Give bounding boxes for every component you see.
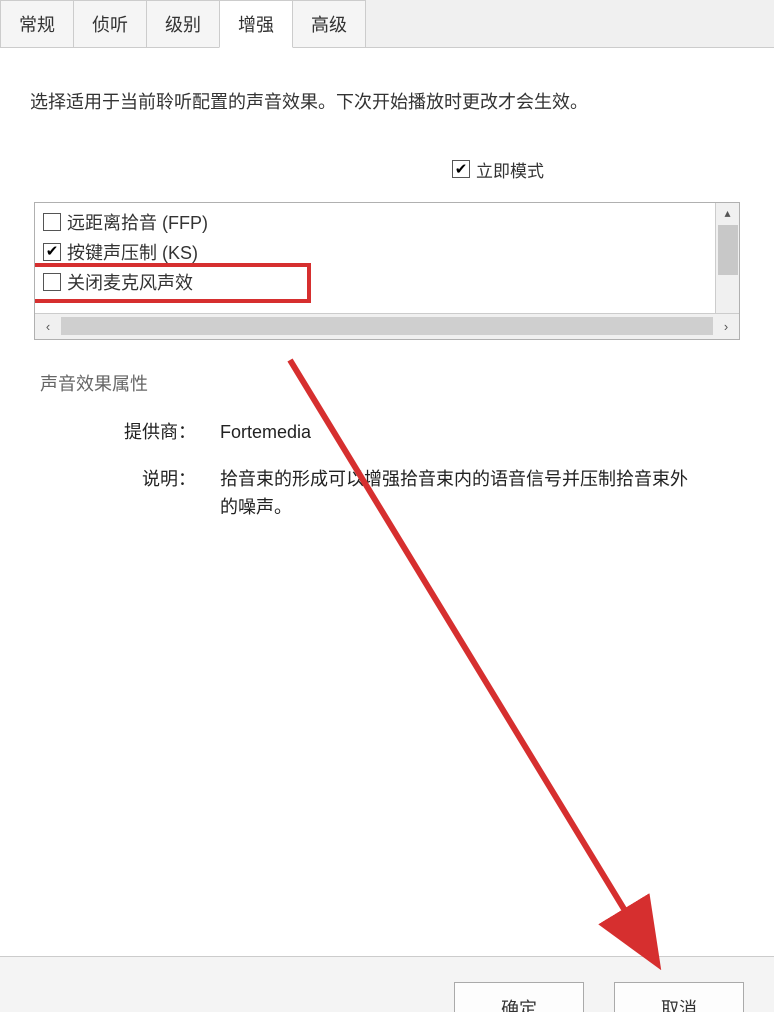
effect-label: 按键声压制 (KS) [67, 239, 198, 265]
ok-button[interactable]: 确定 [454, 982, 584, 1012]
tab-general[interactable]: 常规 [0, 0, 74, 47]
tab-listen[interactable]: 侦听 [73, 0, 147, 47]
description-text: 选择适用于当前聆听配置的声音效果。下次开始播放时更改才会生效。 [30, 88, 744, 117]
effects-listbox: 远距离拾音 (FFP) 按键声压制 (KS) 关闭麦克风声效 ▴ ‹ › [34, 202, 740, 340]
list-item[interactable]: 关闭麦克风声效 [43, 267, 739, 297]
description-value: 拾音束的形成可以增强拾音束内的语音信号并压制拾音束外的噪声。 [220, 465, 734, 523]
effect-checkbox-2[interactable] [43, 273, 61, 291]
scroll-track[interactable] [61, 317, 713, 335]
provider-label: 提供商： [40, 418, 220, 447]
tab-levels[interactable]: 级别 [146, 0, 220, 47]
immediate-mode-checkbox[interactable] [452, 160, 470, 178]
properties-title: 声音效果属性 [40, 370, 734, 396]
scroll-left-icon[interactable]: ‹ [35, 313, 61, 339]
properties-section: 声音效果属性 提供商： Fortemedia 说明： 拾音束的形成可以增强拾音束… [30, 370, 744, 522]
scroll-right-icon[interactable]: › [713, 313, 739, 339]
tab-bar: 常规 侦听 级别 增强 高级 [0, 0, 774, 48]
dialog-button-bar: 确定 取消 [0, 956, 774, 1012]
tab-content: 选择适用于当前聆听配置的声音效果。下次开始播放时更改才会生效。 立即模式 远距离… [0, 48, 774, 560]
effect-label: 远距离拾音 (FFP) [67, 209, 208, 235]
scroll-up-icon[interactable]: ▴ [716, 203, 740, 223]
effect-checkbox-0[interactable] [43, 213, 61, 231]
vertical-scrollbar[interactable]: ▴ [715, 203, 739, 313]
horizontal-scrollbar[interactable]: ‹ › [35, 313, 739, 339]
effect-checkbox-1[interactable] [43, 243, 61, 261]
description-label: 说明： [40, 465, 220, 523]
effects-list-items: 远距离拾音 (FFP) 按键声压制 (KS) 关闭麦克风声效 ▴ [35, 203, 739, 313]
provider-value: Fortemedia [220, 418, 734, 447]
tab-advanced[interactable]: 高级 [292, 0, 366, 47]
list-item[interactable]: 远距离拾音 (FFP) [43, 207, 739, 237]
effect-label: 关闭麦克风声效 [67, 269, 193, 295]
immediate-mode-label: 立即模式 [476, 157, 544, 182]
immediate-mode-row: 立即模式 [30, 157, 744, 182]
cancel-button[interactable]: 取消 [614, 982, 744, 1012]
list-item[interactable]: 按键声压制 (KS) [43, 237, 739, 267]
scroll-thumb[interactable] [718, 225, 738, 275]
tab-enhancements[interactable]: 增强 [219, 0, 293, 48]
